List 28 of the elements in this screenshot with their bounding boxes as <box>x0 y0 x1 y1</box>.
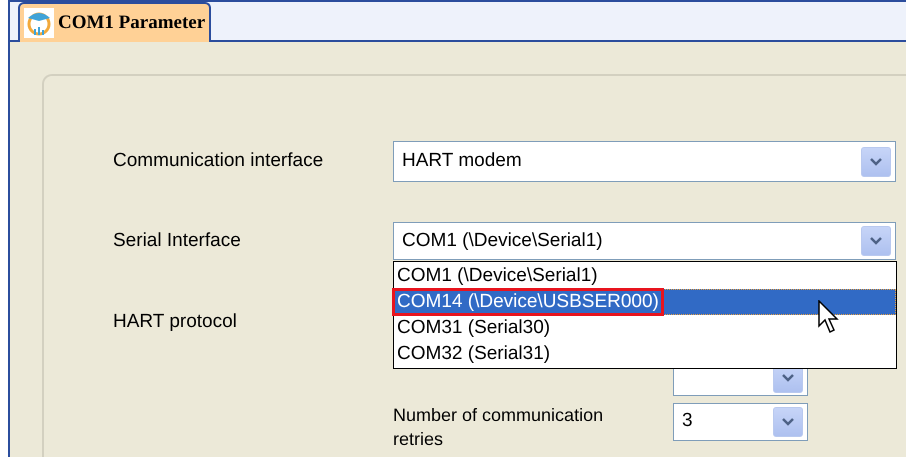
field-label: Number of communication retries <box>393 404 604 450</box>
dropdown-value: 3 <box>682 409 693 434</box>
option-label: COM32 (Serial31) <box>396 343 552 365</box>
field-label: Communication interface <box>113 149 324 174</box>
chevron-down-icon <box>869 156 883 166</box>
chevron-down-icon <box>869 236 883 246</box>
dropdown-arrow-button[interactable] <box>861 146 891 176</box>
dropdown-value: HART modem <box>402 149 522 174</box>
option-label: COM14 (\Device\USBSER000) <box>395 291 661 313</box>
dropdown-option[interactable]: COM31 (Serial30) <box>394 315 896 341</box>
dropdown-value: COM1 (\Device\Serial1) <box>402 228 603 253</box>
chevron-down-icon <box>781 416 795 426</box>
tab[interactable]: COM1 Parameter <box>18 2 212 42</box>
field-label: Serial Interface <box>113 228 242 253</box>
app-logo-icon <box>24 8 54 38</box>
option-label: COM31 (Serial30) <box>396 317 552 339</box>
dropdown-option[interactable]: COM32 (Serial31) <box>394 341 896 367</box>
chevron-down-icon <box>781 373 795 383</box>
dropdown-field[interactable]: 3 <box>673 402 808 440</box>
dropdown-option[interactable]: COM1 (\Device\Serial1) <box>394 263 896 289</box>
tab-label: COM1 Parameter <box>58 10 206 35</box>
mouse-pointer-icon <box>818 300 840 334</box>
option-label: COM1 (\Device\Serial1) <box>396 265 599 287</box>
dropdown-arrow-button[interactable] <box>773 406 803 436</box>
dropdown-field[interactable]: COM1 (\Device\Serial1) <box>393 222 896 260</box>
dropdown-field[interactable]: HART modem <box>393 141 896 182</box>
dropdown-option[interactable]: COM14 (\Device\USBSER000) <box>394 289 896 315</box>
field-label: HART protocol <box>113 311 237 332</box>
